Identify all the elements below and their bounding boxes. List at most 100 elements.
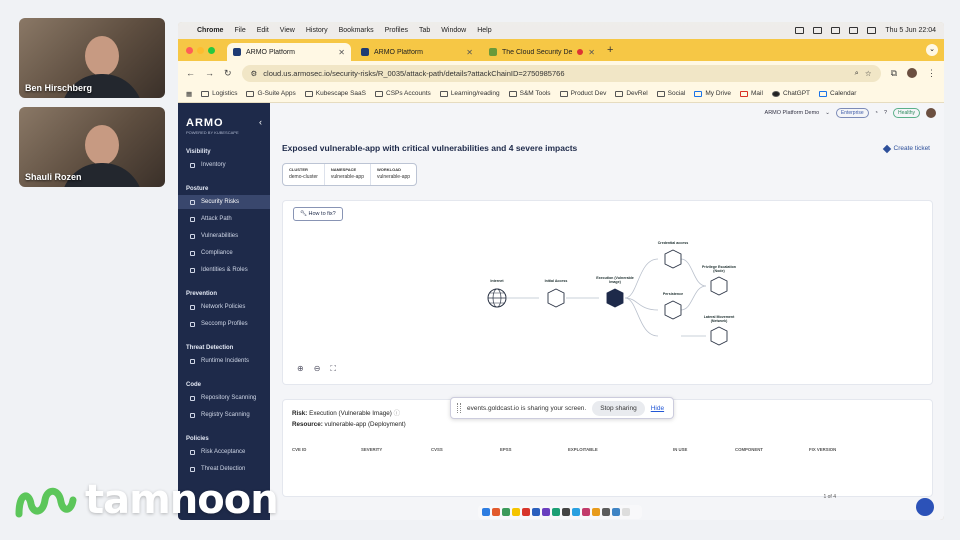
reload-icon[interactable]: ↻ (224, 68, 232, 79)
stop-sharing-button[interactable]: Stop sharing (592, 400, 645, 416)
apps-grid-icon[interactable]: ▦ (186, 90, 192, 98)
info-icon[interactable]: ⓘ (394, 410, 400, 417)
tray-icon[interactable] (795, 27, 805, 34)
sidebar-item-inventory[interactable]: Inventory (178, 158, 270, 172)
brand-logo[interactable]: ARMO (178, 117, 270, 129)
col-severity[interactable]: SEVERITY (361, 447, 431, 452)
menu-window[interactable]: Window (441, 27, 466, 34)
col-exploitable[interactable]: EXPLOITABLE (568, 447, 673, 452)
finder-icon[interactable] (482, 508, 490, 516)
sidebar-item-vulnerabilities[interactable]: Vulnerabilities (178, 229, 270, 243)
sidebar-item-registry-scanning[interactable]: Registry Scanning (178, 408, 270, 422)
app-icon[interactable] (552, 508, 560, 516)
clock[interactable]: Thu 5 Jun 22:04 (885, 27, 936, 34)
menu-bookmarks[interactable]: Bookmarks (339, 27, 374, 34)
trash-icon[interactable] (622, 508, 630, 516)
app-icon[interactable] (522, 508, 530, 516)
app-icon[interactable] (602, 508, 610, 516)
create-ticket-button[interactable]: Create ticket (882, 144, 930, 153)
bookmark-item[interactable]: My Drive (694, 90, 731, 97)
zoom-icon[interactable]: ⌕ (855, 68, 859, 78)
browser-tab-3[interactable]: The Cloud Security Demo ✕ (483, 43, 601, 61)
bookmark-item[interactable]: Kubescape SaaS (304, 90, 366, 97)
bookmark-item[interactable]: S&M Tools (508, 90, 551, 97)
app-icon[interactable] (572, 508, 580, 516)
bookmark-item[interactable]: Social (656, 90, 685, 97)
pagination[interactable]: 1 of 4 (823, 494, 836, 500)
extensions-icon[interactable]: ⧉ (891, 68, 897, 79)
col-component[interactable]: COMPONENT (735, 447, 809, 452)
bookmark-item[interactable]: Mail (740, 90, 763, 97)
zoom-in-icon[interactable]: ⊕ (297, 364, 304, 374)
menu-tab[interactable]: Tab (419, 27, 430, 34)
col-epss[interactable]: EPSS (500, 447, 568, 452)
app-icon[interactable] (612, 508, 620, 516)
menu-app[interactable]: Chrome (197, 27, 223, 34)
maximize-window-icon[interactable] (208, 46, 215, 54)
sidebar-item-risk-acceptance[interactable]: Risk Acceptance (178, 445, 270, 459)
tab-search-icon[interactable]: ⌄ (926, 44, 938, 56)
app-icon[interactable] (592, 508, 600, 516)
credential-access-node[interactable] (664, 249, 682, 269)
chrome-icon[interactable] (512, 508, 520, 516)
chat-support-icon[interactable] (916, 498, 934, 516)
col-cve-id[interactable]: CVE ID (292, 447, 361, 452)
collapse-sidebar-icon[interactable]: ‹ (259, 117, 262, 127)
col-cvss[interactable]: CVSS (431, 447, 500, 452)
bookmark-item[interactable]: G-Suite Apps (246, 90, 296, 97)
sidebar-item-identities-roles[interactable]: Identities & Roles (178, 263, 270, 277)
app-icon[interactable] (562, 508, 570, 516)
col-in-use[interactable]: IN USE (673, 447, 735, 452)
forward-icon[interactable]: → (205, 68, 214, 78)
fit-screen-icon[interactable]: ⛶ (330, 364, 336, 374)
close-tab-icon[interactable]: ✕ (466, 48, 473, 57)
bookmark-item[interactable]: Calendar (819, 90, 856, 97)
browser-tab-1[interactable]: ARMO Platform ✕ (227, 43, 351, 61)
menu-file[interactable]: File (234, 27, 245, 34)
close-tab-icon[interactable]: ✕ (338, 48, 345, 57)
health-badge[interactable]: Healthy (893, 108, 920, 118)
url-input[interactable]: ⚙ cloud.us.armosec.io/security-risks/R_0… (241, 64, 881, 82)
hide-banner-link[interactable]: Hide (651, 405, 664, 412)
bookmark-item[interactable]: ChatGPT (771, 90, 810, 97)
profile-avatar[interactable] (907, 68, 917, 78)
sidebar-item-repository-scanning[interactable]: Repository Scanning (178, 391, 270, 405)
internet-node[interactable] (487, 288, 507, 308)
sidebar-item-security-risks[interactable]: Security Risks (178, 195, 270, 209)
app-icon[interactable] (532, 508, 540, 516)
user-avatar[interactable] (926, 108, 936, 118)
menu-history[interactable]: History (306, 27, 328, 34)
lateral-movement-node[interactable] (710, 326, 728, 346)
sidebar-item-runtime-incidents[interactable]: Runtime Incidents (178, 354, 270, 368)
sidebar-item-threat-detection[interactable]: Threat Detection (178, 462, 270, 476)
bookmark-item[interactable]: Learning/reading (439, 90, 500, 97)
execution-node[interactable] (606, 288, 624, 308)
sidebar-item-attack-path[interactable]: Attack Path (178, 212, 270, 226)
new-tab-icon[interactable]: + (607, 44, 613, 56)
help-icon[interactable]: ? (884, 110, 887, 116)
close-window-icon[interactable] (186, 46, 193, 54)
col-fix-version[interactable]: FIX VERSION (809, 447, 869, 452)
menu-view[interactable]: View (280, 27, 295, 34)
zoom-out-icon[interactable]: ⊖ (314, 364, 321, 374)
privilege-escalation-node[interactable] (710, 276, 728, 296)
sidebar-item-seccomp-profiles[interactable]: Seccomp Profiles (178, 317, 270, 331)
site-info-icon[interactable]: ⚙ (251, 69, 258, 78)
notifications-icon[interactable]: ◔ (875, 110, 878, 116)
menu-edit[interactable]: Edit (257, 27, 269, 34)
bookmark-item[interactable]: Product Dev (559, 90, 606, 97)
browser-tab-2[interactable]: ARMO Platform ✕ (355, 43, 479, 61)
minimize-window-icon[interactable] (197, 46, 204, 54)
bookmark-item[interactable]: CSPs Accounts (375, 90, 431, 97)
bookmark-item[interactable]: DevRel (615, 90, 648, 97)
persistence-node[interactable] (664, 300, 682, 320)
app-icon[interactable] (542, 508, 550, 516)
wifi-icon[interactable] (831, 27, 841, 34)
app-icon[interactable] (492, 508, 500, 516)
app-icon[interactable] (582, 508, 590, 516)
sidebar-item-network-policies[interactable]: Network Policies (178, 300, 270, 314)
bookmark-item[interactable]: Logistics (201, 90, 237, 97)
menu-kebab-icon[interactable]: ⋮ (927, 68, 936, 79)
initial-access-node[interactable] (547, 288, 565, 308)
close-tab-icon[interactable]: ✕ (588, 48, 595, 57)
